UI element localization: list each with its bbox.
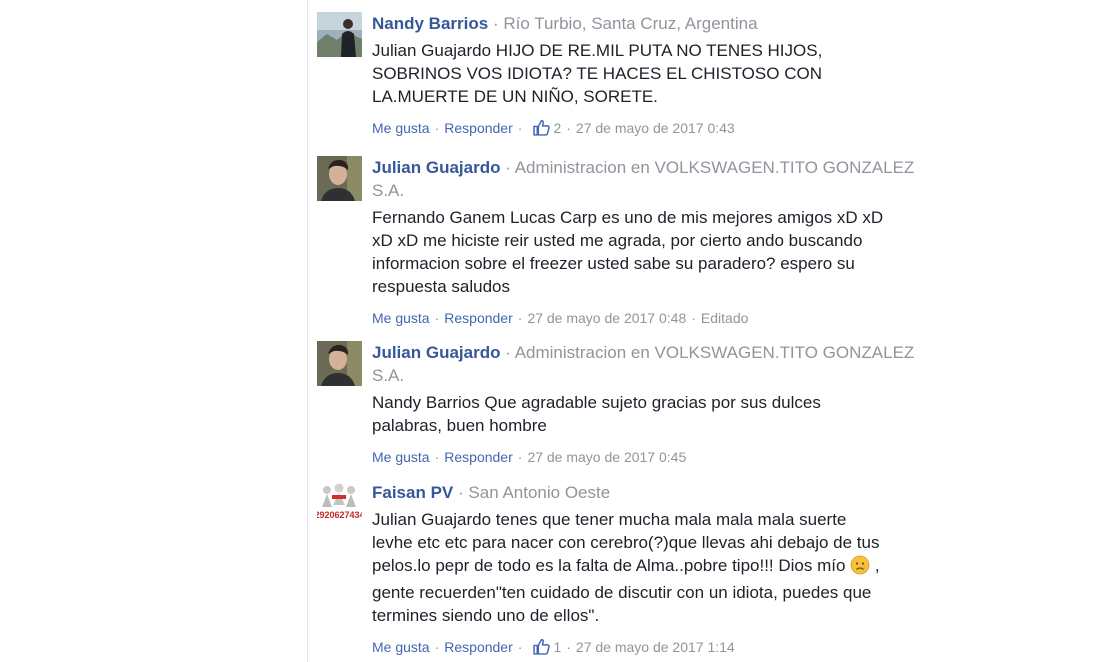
comment-line: Julian Guajardo HIJO DE RE.MIL PUTA NO T… — [372, 41, 823, 60]
author-name[interactable]: Julian Guajardo — [372, 343, 500, 362]
separator: · — [434, 639, 440, 655]
timestamp[interactable]: 27 de mayo de 2017 0:43 — [576, 120, 735, 136]
comment-line: pelos.lo pepr de todo es la falta de Alm… — [372, 554, 932, 581]
separator: · — [517, 310, 523, 326]
author-name[interactable]: Nandy Barrios — [372, 14, 488, 33]
like-count[interactable]: 1 — [553, 639, 561, 655]
left-panel — [0, 0, 308, 662]
comment-line: Julian Guajardo tenes que tener mucha ma… — [372, 510, 847, 529]
reply-button[interactable]: Responder — [444, 310, 513, 326]
separator: · — [517, 639, 523, 655]
separator: · — [517, 449, 523, 465]
comment-line: informacion sobre el freezer usted sabe … — [372, 254, 855, 273]
comment-text: Julian Guajardo tenes que tener mucha ma… — [372, 508, 932, 627]
author-name[interactable]: Faisan PV — [372, 483, 453, 502]
avatar[interactable] — [317, 156, 362, 201]
avatar-number: 2920627434 — [317, 510, 362, 520]
reply-button[interactable]: Responder — [444, 449, 513, 465]
author-meta: San Antonio Oeste — [468, 483, 611, 502]
comment-line: levhe etc etc para nacer con cerebro(?)q… — [372, 533, 880, 552]
separator: · — [566, 120, 571, 136]
comment-line: Nandy Barrios Que agradable sujeto graci… — [372, 393, 821, 412]
comment-line: termines siendo uno de ellos". — [372, 606, 600, 625]
timestamp[interactable]: 27 de mayo de 2017 1:14 — [576, 639, 735, 655]
timestamp[interactable]: 27 de mayo de 2017 0:48 — [527, 310, 686, 326]
comment-line: LA.MUERTE DE UN NIÑO, SORETE. — [372, 87, 658, 106]
author-meta: Río Turbio, Santa Cruz, Argentina — [503, 14, 758, 33]
like-button[interactable]: Me gusta — [372, 449, 430, 465]
avatar[interactable] — [317, 12, 362, 57]
like-button[interactable]: Me gusta — [372, 639, 430, 655]
separator: · — [434, 310, 440, 326]
edited-label[interactable]: Editado — [701, 310, 748, 326]
separator: · — [566, 639, 571, 655]
reply-button[interactable]: Responder — [444, 639, 513, 655]
like-button[interactable]: Me gusta — [372, 120, 430, 136]
comment-text: Julian Guajardo HIJO DE RE.MIL PUTA NO T… — [372, 39, 932, 108]
comment-line-text: pelos.lo pepr de todo es la falta de Alm… — [372, 556, 846, 575]
comment-line-suffix: , — [874, 556, 880, 575]
comment-line: gente recuerden"ten cuidado de discutir … — [372, 583, 872, 602]
like-button[interactable]: Me gusta — [372, 310, 430, 326]
comment-line: respuesta saludos — [372, 277, 510, 296]
separator: · — [505, 343, 511, 362]
sad-face-emoji-icon — [850, 555, 870, 581]
thumbs-up-icon[interactable] — [533, 119, 551, 141]
thumbs-up-icon[interactable] — [533, 638, 551, 660]
separator: · — [691, 310, 696, 326]
separator: · — [517, 120, 523, 136]
like-count[interactable]: 2 — [553, 120, 561, 136]
comment-text: Fernando Ganem Lucas Carp es uno de mis … — [372, 206, 932, 298]
separator: · — [505, 158, 511, 177]
timestamp[interactable]: 27 de mayo de 2017 0:45 — [527, 449, 686, 465]
comment-line: palabras, buen hombre — [372, 416, 547, 435]
separator: · — [434, 449, 440, 465]
separator: · — [458, 483, 464, 502]
comment-line: xD xD me hiciste reir usted me agrada, p… — [372, 231, 863, 250]
comment-line: Fernando Ganem Lucas Carp es uno de mis … — [372, 208, 884, 227]
reply-button[interactable]: Responder — [444, 120, 513, 136]
comment-line: SOBRINOS VOS IDIOTA? TE HACES EL CHISTOS… — [372, 64, 822, 83]
avatar[interactable]: 2920627434 — [317, 481, 362, 526]
separator: · — [434, 120, 440, 136]
comment-text: Nandy Barrios Que agradable sujeto graci… — [372, 391, 932, 437]
avatar[interactable] — [317, 341, 362, 386]
author-name[interactable]: Julian Guajardo — [372, 158, 500, 177]
separator: · — [492, 14, 499, 33]
